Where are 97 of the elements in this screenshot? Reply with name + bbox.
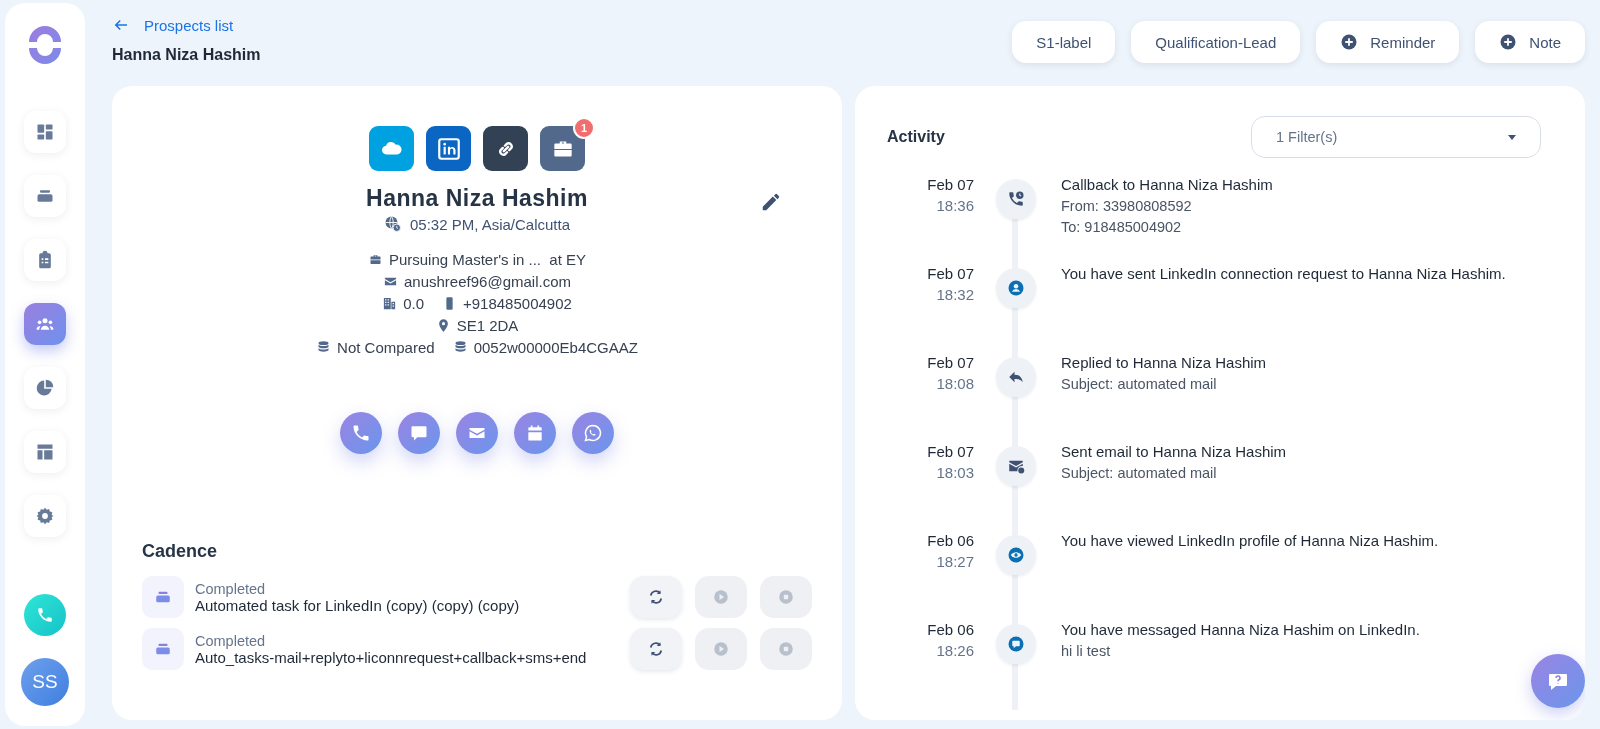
- detail-text: Pursuing Master's in ... at EY: [388, 251, 587, 268]
- sidebar-item[interactable]: [24, 431, 66, 473]
- back-link-label[interactable]: Prospects list: [144, 16, 234, 34]
- activity-date: Feb 07: [926, 443, 974, 460]
- activity-time: 18:26: [935, 642, 974, 659]
- building-icon: [382, 296, 398, 311]
- activity-date: Feb 06: [926, 621, 974, 638]
- label-button[interactable]: S1-label: [1012, 21, 1116, 63]
- cadence-status: Completed: [195, 580, 267, 597]
- caret-icon: [1508, 134, 1516, 140]
- refresh-button[interactable]: [630, 628, 682, 670]
- plus-icon: [1340, 33, 1359, 51]
- play-icon: [712, 640, 730, 658]
- whatsapp-button[interactable]: [572, 412, 614, 454]
- back-link[interactable]: Prospects list: [112, 16, 261, 34]
- layout-icon: [35, 442, 55, 462]
- activity-detail: From: 33980808592: [1061, 198, 1193, 214]
- detail-text: anushreef96@gmail.com: [404, 273, 571, 290]
- sidebar-item[interactable]: [24, 175, 66, 217]
- add-button[interactable]: Reminder: [1316, 21, 1460, 63]
- message-icon: [996, 624, 1036, 664]
- stack-icon: [142, 576, 184, 618]
- refresh-button[interactable]: [630, 576, 682, 618]
- refresh-icon: [647, 640, 665, 658]
- detail-text: Not Compared: [337, 339, 435, 356]
- eye-icon: [996, 535, 1036, 575]
- dashboard-icon: [35, 122, 55, 142]
- section-title: Cadence: [142, 541, 219, 562]
- cadence-name: Auto_tasks-mail+replyto+liconnrequest+callback+sms+end: [195, 648, 588, 666]
- pie-chart-icon: [35, 378, 55, 398]
- activity-time: 18:03: [935, 464, 974, 481]
- envelope-button[interactable]: [456, 412, 498, 454]
- activity-detail: Subject: automated mail: [1061, 376, 1218, 392]
- activity-title: Callback to Hanna Niza Hashim: [1061, 176, 1273, 193]
- calendar-button[interactable]: [514, 412, 556, 454]
- detail-text: SE1 2DA: [456, 317, 519, 334]
- activity-title: Replied to Hanna Niza Hashim: [1061, 354, 1267, 371]
- link-link[interactable]: [483, 126, 528, 171]
- detail-text: +918485004902: [463, 295, 572, 312]
- sidebar-item[interactable]: [24, 303, 66, 345]
- sidebar-item[interactable]: [24, 367, 66, 409]
- activity-time: 18:27: [935, 553, 974, 570]
- phone-clock-icon: [996, 179, 1036, 219]
- activity-title: You have sent LinkedIn connection request to Hanna Niza Hashim.: [1061, 265, 1506, 282]
- detail-text: 0.0: [403, 295, 424, 312]
- activity-detail: hi li test: [1061, 643, 1112, 659]
- person-icon: [996, 268, 1036, 308]
- refresh-icon: [647, 588, 665, 606]
- stop-icon: [777, 588, 795, 606]
- phone-button[interactable]: [340, 412, 382, 454]
- chat-bubble-button[interactable]: [398, 412, 440, 454]
- activity-time: 18:36: [935, 197, 974, 214]
- settings-icon: [35, 506, 55, 526]
- activity-title: You have messaged Hanna Niza Hashim on LinkedIn.: [1061, 621, 1420, 638]
- activity-title: You have viewed LinkedIn profile of Hanna Niza Hashim.: [1061, 532, 1439, 549]
- activity-detail: Subject: automated mail: [1061, 465, 1218, 481]
- activity-title: Sent email to Hanna Niza Hashim: [1061, 443, 1287, 460]
- help-button[interactable]: [1531, 654, 1585, 708]
- cadence-name: Automated task for LinkedIn (copy) (copy) (copy): [195, 596, 521, 614]
- activity-date: Feb 07: [926, 176, 974, 193]
- edit-icon[interactable]: [760, 191, 782, 213]
- label-button[interactable]: Qualification-Lead: [1131, 21, 1301, 63]
- activity-date: Feb 07: [926, 265, 974, 282]
- phone-icon: [36, 606, 54, 624]
- section-title: Activity: [887, 128, 945, 146]
- linkedin-link[interactable]: [426, 126, 471, 171]
- whatsapp-icon: [583, 423, 603, 443]
- page-title: Hanna Niza Hashim: [112, 46, 261, 64]
- briefcase-link[interactable]: [540, 126, 585, 171]
- activity-detail: To: 918485004902: [1061, 219, 1183, 235]
- cloud-link[interactable]: [369, 126, 414, 171]
- activity-date: Feb 07: [926, 354, 974, 371]
- cadence-status: Completed: [195, 632, 267, 649]
- local-time: 05:32 PM, Asia/Calcutta: [409, 215, 571, 233]
- stack-icon: [142, 628, 184, 670]
- globe-clock-icon: [383, 215, 402, 233]
- add-button[interactable]: Note: [1475, 21, 1585, 63]
- filter-dropdown[interactable]: 1 Filter(s): [1251, 116, 1541, 158]
- database-icon: [316, 340, 332, 355]
- activity-date: Feb 06: [926, 532, 974, 549]
- activity-time: 18:08: [935, 375, 974, 392]
- envelope-icon: [996, 446, 1036, 486]
- prospect-name: Hanna Niza Hashim: [366, 185, 588, 212]
- play-icon: [712, 588, 730, 606]
- activity-time: 18:32: [935, 286, 974, 303]
- linkedin-icon: [435, 135, 462, 162]
- sidebar-item[interactable]: [24, 111, 66, 153]
- call-button[interactable]: [24, 594, 66, 636]
- detail-text: 0052w00000Eb4CGAAZ: [473, 339, 638, 356]
- sidebar-item[interactable]: [24, 239, 66, 281]
- chat-bubble-icon: [409, 423, 429, 443]
- calendar-icon: [525, 423, 545, 443]
- plus-icon: [1499, 33, 1518, 51]
- sidebar-item[interactable]: [24, 495, 66, 537]
- stop-icon: [777, 640, 795, 658]
- notification-badge: 1: [573, 117, 595, 139]
- phone-icon: [351, 423, 371, 443]
